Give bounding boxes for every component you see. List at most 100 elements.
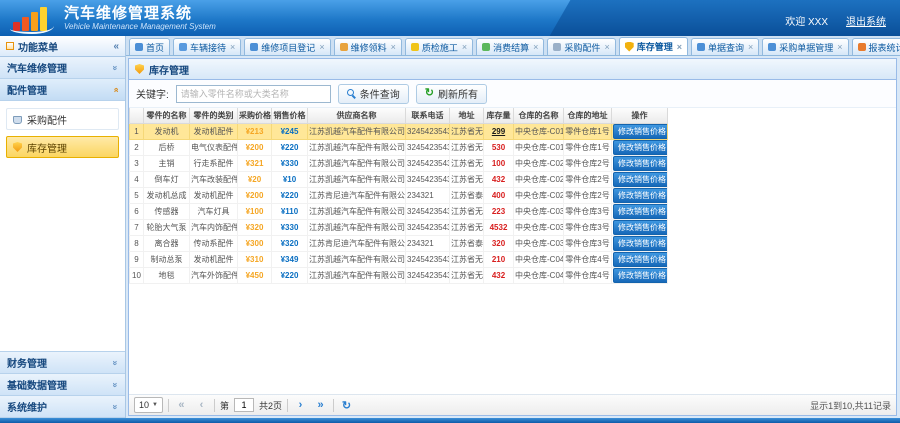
keyword-label: 关键字: xyxy=(136,86,169,101)
modify-price-button[interactable]: 修改销售价格 xyxy=(613,188,668,203)
tab-repair-register[interactable]: 维修项目登记× xyxy=(244,38,330,55)
tab-purchase-parts[interactable]: 采购配件× xyxy=(547,38,615,55)
table-row[interactable]: 8离合器传动系配件¥300¥320江苏肯尼迪汽车配件有限公司234321江苏省泰… xyxy=(130,235,668,251)
tab-car[interactable]: 车辆接待× xyxy=(173,38,241,55)
modify-price-button[interactable]: 修改销售价格 xyxy=(613,140,668,155)
sidebar-section-label: 配件管理 xyxy=(7,82,47,97)
app-logo-icon xyxy=(10,7,56,34)
next-page-button[interactable]: › xyxy=(293,398,308,413)
tab-quality-check[interactable]: 质检施工× xyxy=(405,38,473,55)
cell-name: 轮胎大气泵 xyxy=(144,219,190,235)
sidebar-item[interactable]: 库存管理 xyxy=(6,136,119,158)
welcome-text: 欢迎 XXX xyxy=(785,13,828,28)
cell-name: 主销 xyxy=(144,155,190,171)
table-row[interactable]: 7轮胎大气泵汽车内饰配件¥320¥330江苏凯越汽车配件有限公司32454235… xyxy=(130,219,668,235)
cell-supplier: 江苏凯越汽车配件有限公司 xyxy=(308,155,406,171)
modify-price-button[interactable]: 修改销售价格 xyxy=(613,236,668,251)
cell-name: 制动总泵 xyxy=(144,251,190,267)
search-toolbar: 关键字: 条件查询 ↻ 刷新所有 xyxy=(129,80,896,108)
page-number-input[interactable] xyxy=(234,398,254,412)
cell-name: 离合器 xyxy=(144,235,190,251)
cell-warehouse: 中央仓库-C02 xyxy=(514,171,564,187)
column-header-stock[interactable]: 库存量 xyxy=(484,108,514,123)
tab-close-icon[interactable]: × xyxy=(533,42,538,52)
tab-close-icon[interactable]: × xyxy=(391,42,396,52)
tab-home[interactable]: 首页 xyxy=(129,38,170,55)
column-header-phone[interactable]: 联系电话 xyxy=(406,108,450,123)
billing-icon xyxy=(482,43,490,51)
logout-link[interactable]: 退出系统 xyxy=(846,13,886,28)
sidebar-section-header[interactable]: 配件管理 » xyxy=(0,79,125,101)
first-page-button[interactable]: « xyxy=(174,398,189,413)
tab-close-icon[interactable]: × xyxy=(230,42,235,52)
tab-close-icon[interactable]: × xyxy=(748,42,753,52)
column-header-name[interactable]: 零件的名称 xyxy=(144,108,190,123)
cell-address: 江苏省无锡市 xyxy=(450,203,484,219)
tab-materials[interactable]: 维修领料× xyxy=(334,38,402,55)
table-row[interactable]: 9制动总泵发动机配件¥310¥349江苏凯越汽车配件有限公司3245423543… xyxy=(130,251,668,267)
query-button[interactable]: 条件查询 xyxy=(338,84,409,104)
cell-no: 3 xyxy=(130,155,144,171)
prev-page-button[interactable]: ‹ xyxy=(194,398,209,413)
column-header-warehouse_addr[interactable]: 仓库的地址 xyxy=(564,108,612,123)
tab-doc-search[interactable]: 单据查询× xyxy=(691,38,759,55)
column-header-category[interactable]: 零件的类别 xyxy=(190,108,238,123)
cell-name: 发动机总成 xyxy=(144,187,190,203)
tab-close-icon[interactable]: × xyxy=(462,42,467,52)
sidebar-section-header[interactable]: 汽车维修管理» xyxy=(0,57,125,79)
modify-price-button[interactable]: 修改销售价格 xyxy=(613,220,668,235)
cell-purchase: ¥213 xyxy=(238,123,272,139)
cell-warehouse: 中央仓库-C02 xyxy=(514,155,564,171)
sidebar-section-header[interactable]: 财务管理» xyxy=(0,352,125,374)
table-row[interactable]: 1发动机发动机配件¥213¥245江苏凯越汽车配件有限公司32454235432… xyxy=(130,123,668,139)
collapse-sidebar-icon[interactable]: « xyxy=(113,41,119,52)
cell-sale: ¥349 xyxy=(272,251,308,267)
tab-billing[interactable]: 消费结算× xyxy=(476,38,544,55)
column-header-action[interactable]: 操作 xyxy=(612,108,668,123)
cell-action: 修改销售价格 xyxy=(612,203,668,219)
chevron-up-icon: » xyxy=(110,87,120,92)
modify-price-button[interactable]: 修改销售价格 xyxy=(613,268,668,283)
reload-page-icon[interactable]: ↻ xyxy=(339,398,354,413)
refresh-all-button[interactable]: ↻ 刷新所有 xyxy=(416,84,487,104)
table-row[interactable]: 6传感器汽车灯具¥100¥110江苏凯越汽车配件有限公司32454235432江… xyxy=(130,203,668,219)
sidebar-section-header[interactable]: 系统维护» xyxy=(0,396,125,418)
tab-close-icon[interactable]: × xyxy=(677,42,682,52)
column-header-supplier[interactable]: 供应商名称 xyxy=(308,108,406,123)
tab-close-icon[interactable]: × xyxy=(604,42,609,52)
table-row[interactable]: 10地毯汽车外饰配件¥450¥220江苏凯越汽车配件有限公司3245423543… xyxy=(130,267,668,283)
sidebar-item[interactable]: 采购配件 xyxy=(6,108,119,130)
column-header-no[interactable] xyxy=(130,108,144,123)
record-summary: 显示1到10,共11记录 xyxy=(810,399,891,412)
cell-no: 9 xyxy=(130,251,144,267)
column-header-warehouse[interactable]: 仓库的名称 xyxy=(514,108,564,123)
column-header-address[interactable]: 地址 xyxy=(450,108,484,123)
sidebar-section-header[interactable]: 基础数据管理» xyxy=(0,374,125,396)
cell-category: 发动机配件 xyxy=(190,251,238,267)
tab-report-stats[interactable]: 报表统计× xyxy=(852,38,900,55)
modify-price-button[interactable]: 修改销售价格 xyxy=(613,204,668,219)
modify-price-button[interactable]: 修改销售价格 xyxy=(613,156,668,171)
cell-stock: 400 xyxy=(484,187,514,203)
tab-close-icon[interactable]: × xyxy=(837,42,842,52)
tab-inventory-shield[interactable]: 库存管理× xyxy=(619,37,688,55)
cell-action: 修改销售价格 xyxy=(612,187,668,203)
modify-price-button[interactable]: 修改销售价格 xyxy=(613,172,668,187)
table-row[interactable]: 2后桥电气仪表配件¥200¥220江苏凯越汽车配件有限公司32454235432… xyxy=(130,139,668,155)
app-title: 汽车维修管理系统 xyxy=(64,5,216,22)
modify-price-button[interactable]: 修改销售价格 xyxy=(613,252,668,267)
table-row[interactable]: 5发动机总成发动机配件¥200¥220江苏肯尼迪汽车配件有限公司234321江苏… xyxy=(130,187,668,203)
last-page-button[interactable]: » xyxy=(313,398,328,413)
table-row[interactable]: 3主销行走系配件¥321¥330江苏凯越汽车配件有限公司32454235432江… xyxy=(130,155,668,171)
cell-address: 江苏省无锡市 xyxy=(450,139,484,155)
tab-close-icon[interactable]: × xyxy=(319,42,324,52)
cell-supplier: 江苏凯越汽车配件有限公司 xyxy=(308,203,406,219)
column-header-sale[interactable]: 销售价格 xyxy=(272,108,308,123)
modify-price-button[interactable]: 修改销售价格 xyxy=(613,124,668,139)
keyword-input[interactable] xyxy=(176,85,331,103)
table-row[interactable]: 4倒车灯汽车改装配件¥20¥10江苏凯越汽车配件有限公司32454235432江… xyxy=(130,171,668,187)
tab-purchase-docs[interactable]: 采购单据管理× xyxy=(762,38,848,55)
cell-supplier: 江苏凯越汽车配件有限公司 xyxy=(308,219,406,235)
column-header-purchase[interactable]: 采购价格 xyxy=(238,108,272,123)
page-size-select[interactable]: 10 ▼ xyxy=(134,397,163,413)
